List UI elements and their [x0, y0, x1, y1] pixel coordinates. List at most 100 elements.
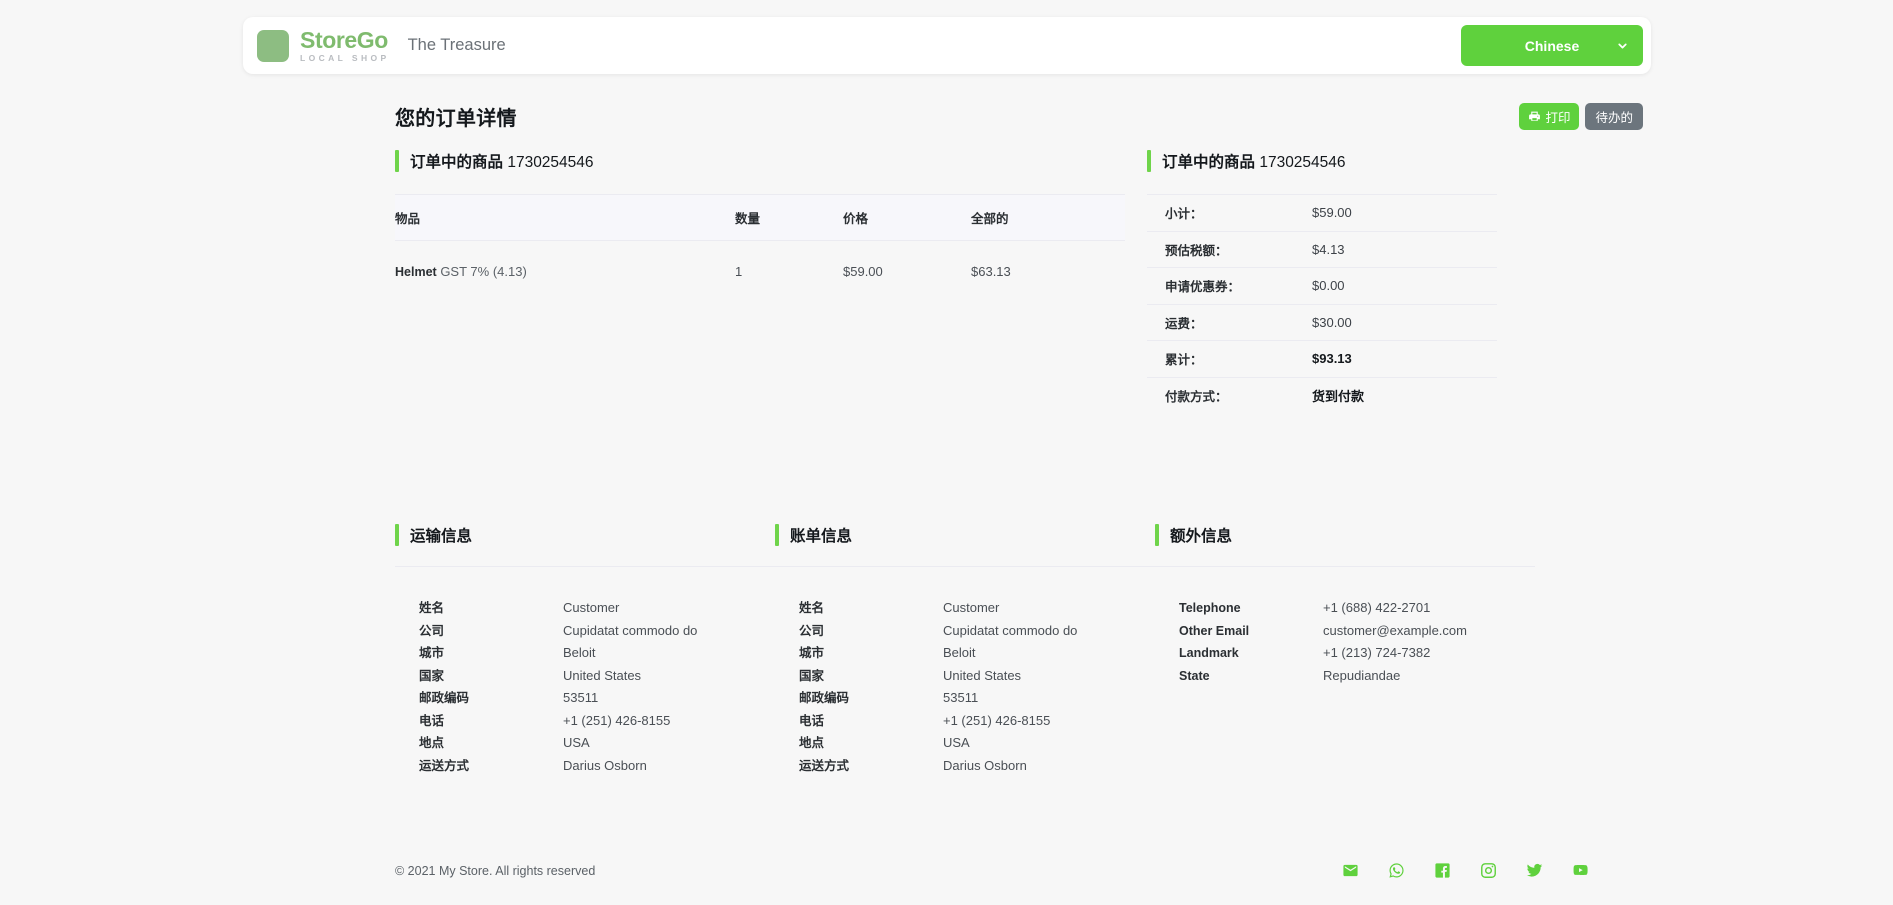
whatsapp-icon[interactable]	[1388, 862, 1405, 879]
info-value: 53511	[563, 690, 599, 705]
cell-price: $59.00	[843, 264, 883, 279]
info-value: customer@example.com	[1323, 622, 1467, 638]
list-item: 付款方式： 货到付款	[1147, 378, 1497, 415]
store-title: The Treasure	[407, 36, 506, 54]
info-key: Other Email	[1179, 623, 1250, 638]
language-select[interactable]: Chinese	[1461, 25, 1643, 66]
cell-total: $63.13	[971, 264, 1011, 279]
info-key: 运送方式	[799, 758, 850, 773]
order-totals-panel: 订单中的商品 1730254546 小计： $59.00 预估税额： $4.13…	[1147, 150, 1497, 414]
email-icon[interactable]	[1342, 862, 1359, 879]
info-value: Darius Osborn	[563, 757, 647, 773]
payment-method-value: 货到付款	[1312, 389, 1365, 405]
cell-item: Helmet GST 7% (4.13)	[395, 241, 735, 298]
total-label: 运费：	[1165, 316, 1203, 331]
address-info-row: 运输信息 姓名 公司 城市 国家 邮政编码 电话 地点 运送方式 Custome…	[243, 524, 1651, 777]
status-badge[interactable]: 待办的	[1585, 102, 1643, 130]
info-key: 电话	[419, 713, 445, 728]
order-totals-list: 小计： $59.00 预估税额： $4.13 申请优惠券： $0.00 运费： …	[1147, 194, 1497, 414]
order-items-table: 物品 数量 价格 全部的 Helmet GST 7% (4.13) 1 $59.…	[395, 194, 1125, 297]
order-items-heading: 订单中的商品 1730254546	[395, 150, 1125, 172]
list-item: 运费： $30.00	[1147, 305, 1497, 341]
total-value: $4.13	[1312, 241, 1345, 257]
info-key: 运送方式	[419, 758, 470, 773]
info-key: State	[1179, 668, 1210, 683]
product-tax: GST 7% (4.13)	[440, 264, 527, 279]
billing-info-heading: 账单信息	[775, 524, 1155, 546]
accent-bar	[395, 150, 399, 172]
accent-bar	[1147, 150, 1151, 172]
billing-info-keys: 姓名 公司 城市 国家 邮政编码 电话 地点 运送方式	[775, 597, 943, 777]
info-value: Cupidatat commodo do	[563, 622, 698, 638]
order-totals-heading-text: 订单中的商品	[1162, 154, 1256, 171]
brand-tagline: LOCAL SHOP	[300, 52, 390, 63]
order-items-heading-text: 订单中的商品	[410, 154, 504, 171]
info-value: Repudiandae	[1323, 667, 1401, 683]
info-key: 姓名	[419, 601, 445, 615]
accent-bar	[1155, 524, 1159, 546]
billing-info-heading-text: 账单信息	[790, 528, 853, 545]
info-key: 国家	[419, 668, 445, 683]
extra-info-heading-text: 额外信息	[1170, 528, 1233, 545]
extra-info-values: +1 (688) 422-2701 customer@example.com +…	[1323, 597, 1535, 687]
youtube-icon[interactable]	[1572, 862, 1589, 879]
info-key: 公司	[799, 623, 825, 638]
copyright-text: © 2021 My Store. All rights reserved	[395, 863, 596, 878]
info-key: 邮政编码	[799, 691, 850, 705]
brand-name: StoreGo	[300, 26, 388, 53]
info-key: 城市	[419, 646, 445, 660]
order-totals-heading: 订单中的商品 1730254546	[1147, 150, 1497, 172]
info-value: Customer	[563, 600, 620, 615]
instagram-icon[interactable]	[1480, 862, 1497, 879]
info-key: 邮政编码	[419, 691, 470, 705]
order-summary-row: 订单中的商品 1730254546 物品 数量 价格 全部的 Helmet GS…	[243, 150, 1651, 414]
list-item: 小计： $59.00	[1147, 195, 1497, 232]
info-value: +1 (213) 724-7382	[1323, 645, 1431, 660]
column-header-qty: 数量	[735, 194, 843, 241]
info-value: Beloit	[943, 645, 976, 660]
grand-total-label: 累计：	[1165, 353, 1203, 368]
list-item: 申请优惠券： $0.00	[1147, 268, 1497, 305]
billing-info-panel: 账单信息 姓名 公司 城市 国家 邮政编码 电话 地点 运送方式 Custome…	[775, 524, 1155, 777]
billing-info-values: Customer Cupidatat commodo do Beloit Uni…	[943, 597, 1155, 777]
info-value: Darius Osborn	[943, 757, 1027, 773]
brand-logo[interactable]: StoreGo LOCAL SHOP	[257, 26, 390, 63]
column-header-total: 全部的	[971, 194, 1125, 241]
info-key: 城市	[799, 646, 825, 660]
site-footer: © 2021 My Store. All rights reserved	[243, 848, 1651, 893]
cell-qty: 1	[735, 264, 743, 279]
accent-bar	[395, 524, 399, 546]
order-number: 1730254546	[507, 154, 594, 171]
info-value: USA	[943, 735, 970, 750]
social-links	[1342, 862, 1589, 879]
info-value: Cupidatat commodo do	[943, 622, 1078, 638]
column-header-price: 价格	[843, 194, 971, 241]
table-header-row: 物品 数量 价格 全部的	[395, 194, 1125, 241]
product-name: Helmet	[395, 265, 437, 279]
order-items-panel: 订单中的商品 1730254546 物品 数量 价格 全部的 Helmet GS…	[395, 150, 1125, 414]
print-button[interactable]: 打印	[1519, 102, 1580, 130]
shipping-info-panel: 运输信息 姓名 公司 城市 国家 邮政编码 电话 地点 运送方式 Custome…	[395, 524, 775, 777]
info-key: Telephone	[1179, 601, 1241, 615]
print-button-label: 打印	[1545, 110, 1571, 125]
extra-info-table: Telephone Other Email Landmark State +1 …	[1155, 566, 1535, 687]
shipping-info-heading-text: 运输信息	[410, 528, 473, 545]
shipping-info-table: 姓名 公司 城市 国家 邮政编码 电话 地点 运送方式 Customer Cup…	[395, 566, 775, 777]
info-key: 地点	[799, 736, 825, 750]
info-value: Customer	[943, 600, 1000, 615]
info-key: 姓名	[799, 601, 825, 615]
twitter-icon[interactable]	[1526, 862, 1543, 879]
facebook-icon[interactable]	[1434, 862, 1451, 879]
info-value: +1 (251) 426-8155	[943, 712, 1051, 728]
shipping-info-heading: 运输信息	[395, 524, 775, 546]
logo-mark-icon	[257, 29, 289, 62]
printer-icon	[1528, 110, 1541, 123]
list-item: 预估税额： $4.13	[1147, 232, 1497, 268]
shipping-info-keys: 姓名 公司 城市 国家 邮政编码 电话 地点 运送方式	[395, 597, 563, 777]
extra-info-panel: 额外信息 Telephone Other Email Landmark Stat…	[1155, 524, 1535, 777]
info-value: Beloit	[563, 645, 596, 660]
info-value: 53511	[943, 690, 979, 705]
info-value: +1 (688) 422-2701	[1323, 600, 1431, 615]
billing-info-table: 姓名 公司 城市 国家 邮政编码 电话 地点 运送方式 Customer Cup…	[775, 566, 1155, 777]
language-select-label: Chinese	[1524, 37, 1580, 54]
